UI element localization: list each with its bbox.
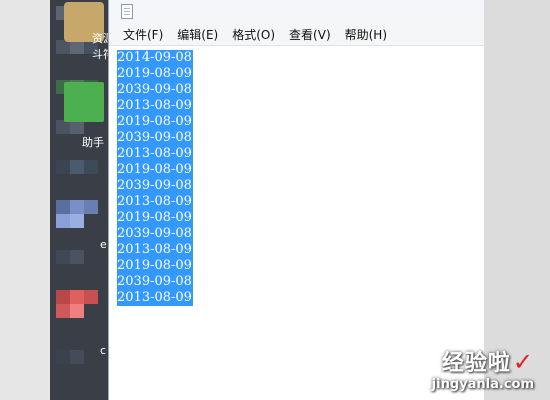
notepad-window: 文件(F) 编辑(E) 格式(O) 查看(V) 帮助(H) 2014-09-08…	[108, 0, 485, 400]
menu-file[interactable]: 文件(F)	[117, 24, 169, 45]
text-line: 2013-08-09	[117, 290, 193, 306]
text-line: 2013-08-09	[117, 242, 193, 258]
text-line: 2039-09-08	[117, 130, 193, 146]
desktop-icon-label: c	[100, 344, 107, 357]
text-line: 2019-08-09	[117, 66, 193, 82]
text-line: 2039-09-08	[117, 226, 193, 242]
watermark-title: 经验啦✓	[432, 345, 534, 377]
background-page	[484, 0, 550, 400]
text-line: 2019-08-09	[117, 258, 193, 274]
screenshot: 资源 斗符 助手 e c 文件(F) 编辑(E) 格式(O) 查看(V) 帮助(…	[0, 0, 550, 400]
menu-format[interactable]: 格式(O)	[226, 24, 281, 45]
text-line: 2019-08-09	[117, 162, 193, 178]
checkmark-icon: ✓	[512, 348, 534, 376]
menu-help[interactable]: 帮助(H)	[339, 24, 393, 45]
text-line: 2039-09-08	[117, 82, 193, 98]
desktop-app-icon[interactable]	[64, 82, 104, 122]
watermark-url: jingyanla.com	[431, 377, 534, 392]
text-line: 2013-08-09	[117, 194, 193, 210]
text-line: 2014-09-08	[117, 50, 193, 66]
desktop-icon-label: 助手	[82, 136, 104, 149]
text-line: 2013-08-09	[117, 98, 193, 114]
text-line: 2013-08-09	[117, 146, 193, 162]
menu-edit[interactable]: 编辑(E)	[171, 24, 224, 45]
text-line: 2019-08-09	[117, 114, 193, 130]
title-bar[interactable]	[109, 0, 485, 25]
menu-view[interactable]: 查看(V)	[283, 24, 337, 45]
text-line: 2019-08-09	[117, 210, 193, 226]
menu-bar: 文件(F) 编辑(E) 格式(O) 查看(V) 帮助(H)	[109, 24, 485, 46]
text-line: 2039-09-08	[117, 274, 193, 290]
desktop-icon-label: e	[100, 238, 107, 251]
text-line: 2039-09-08	[117, 178, 193, 194]
watermark-text: 经验啦	[441, 351, 511, 376]
document-icon	[121, 4, 133, 19]
text-editor[interactable]: 2014-09-08 2019-08-09 2039-09-08 2013-08…	[117, 50, 477, 400]
watermark: 经验啦✓ jingyanla.com	[432, 345, 534, 392]
